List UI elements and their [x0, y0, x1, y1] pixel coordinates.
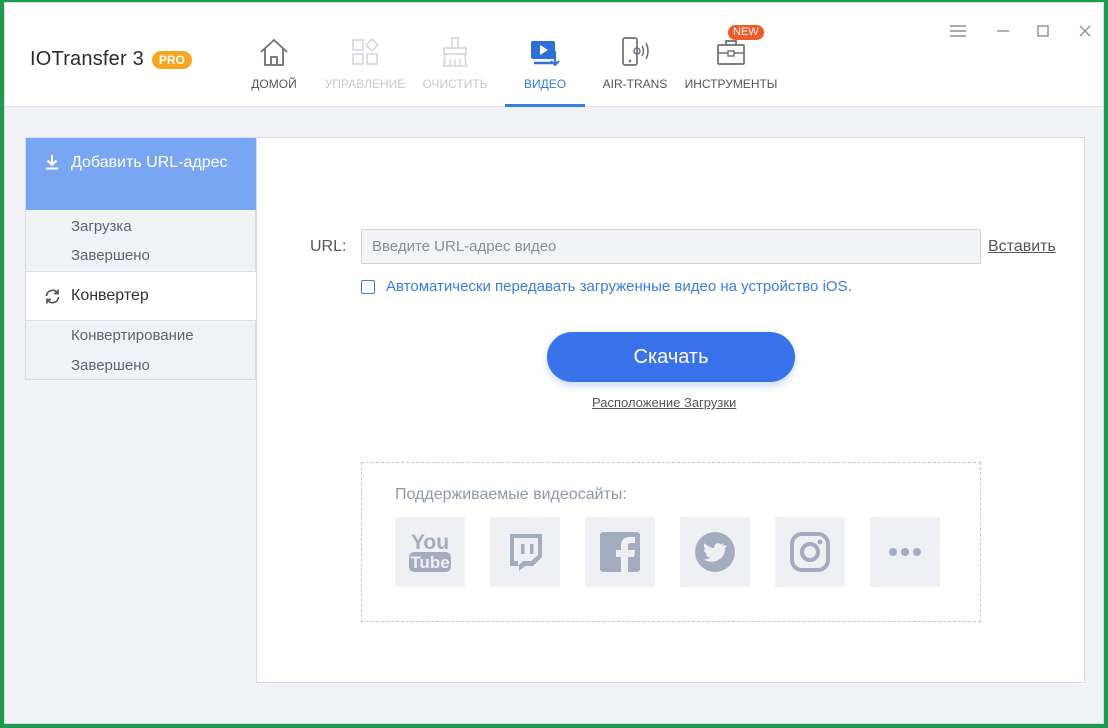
site-youtube[interactable]: You Tube [395, 517, 465, 587]
more-icon [889, 548, 921, 556]
twitter-icon [695, 532, 735, 572]
youtube-you-text: You [411, 531, 449, 554]
auto-transfer-checkbox[interactable] [361, 279, 375, 294]
url-label: URL: [310, 238, 347, 255]
sidebar-item-add-url-label: Добавить URL-адрес [71, 154, 228, 171]
sidebar-item-converter-label: Конвертер [71, 287, 149, 304]
app-window: IOTransfer 3 PRO ДОМОЙ УПРАВЛЕНИЕ ОЧИСТИ… [4, 2, 1104, 724]
maximize-icon[interactable] [1033, 21, 1053, 41]
app-logo: IOTransfer 3 PRO [30, 48, 192, 71]
auto-transfer-option[interactable]: Автоматически передавать загруженные вид… [361, 278, 852, 295]
clean-icon [443, 37, 467, 67]
site-twitter[interactable] [680, 517, 750, 587]
youtube-tube-text: Tube [410, 553, 449, 572]
close-icon[interactable] [1075, 21, 1095, 41]
video-download-icon [531, 41, 560, 67]
menu-icon[interactable] [948, 21, 968, 41]
pro-badge: PRO [151, 50, 192, 69]
sidebar-item-converting[interactable]: Конвертирование [71, 327, 194, 344]
sidebar-item-add-url[interactable]: Добавить URL-адрес [26, 138, 256, 210]
auto-transfer-label: Автоматически передавать загруженные вид… [386, 278, 852, 295]
download-location-link[interactable]: Расположение Загрузки [592, 395, 736, 410]
manage-icon [352, 37, 380, 65]
sidebar: Добавить URL-адрес Загрузка Завершено Ко… [25, 137, 256, 380]
air-trans-icon [622, 37, 649, 66]
site-twitch[interactable] [490, 517, 560, 587]
facebook-icon [600, 532, 640, 573]
site-facebook[interactable] [585, 517, 655, 587]
active-tab-indicator [505, 104, 585, 107]
instagram-icon [790, 532, 830, 572]
sidebar-item-download-completed[interactable]: Завершено [71, 247, 150, 264]
nav-tools[interactable]: NEW ИНСТРУМЕНТЫ [670, 25, 792, 91]
app-name: IOTransfer 3 [30, 48, 144, 70]
convert-icon [45, 289, 60, 304]
new-badge: NEW [728, 25, 764, 40]
supported-sites-box: Поддерживаемые видеосайты: You Tube [361, 462, 981, 622]
minimize-icon[interactable] [993, 21, 1013, 41]
home-icon [260, 39, 288, 66]
sidebar-item-convert-completed[interactable]: Завершено [71, 357, 150, 374]
sidebar-item-converter[interactable]: Конвертер [26, 271, 256, 321]
toolbox-icon [717, 40, 745, 65]
url-input[interactable] [361, 229, 981, 264]
paste-link[interactable]: Вставить [988, 238, 1056, 256]
site-more[interactable] [870, 517, 940, 587]
supported-sites-title: Поддерживаемые видеосайты: [395, 486, 627, 503]
top-header: IOTransfer 3 PRO ДОМОЙ УПРАВЛЕНИЕ ОЧИСТИ… [5, 3, 1103, 107]
sidebar-item-downloading[interactable]: Загрузка [71, 218, 132, 235]
nav-tools-label: ИНСТРУМЕНТЫ [684, 77, 778, 91]
twitch-icon [510, 534, 542, 571]
download-arrow-icon [46, 155, 58, 170]
main-panel: URL: Вставить Автоматически передавать з… [256, 137, 1085, 683]
site-instagram[interactable] [775, 517, 845, 587]
download-button[interactable]: Скачать [547, 332, 795, 382]
youtube-icon: You Tube [409, 531, 451, 572]
